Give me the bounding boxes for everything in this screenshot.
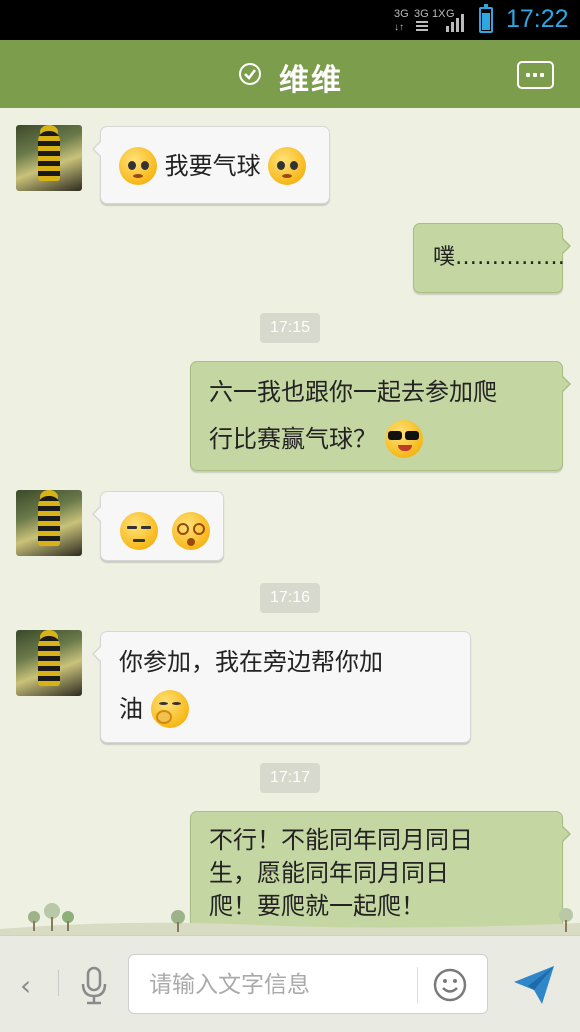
message-bubble[interactable]: 噗…………… [413, 223, 571, 293]
svg-text:↓↑: ↓↑ [394, 22, 404, 33]
svg-text:3G: 3G [414, 8, 429, 20]
chat-header: 维维 [0, 40, 580, 114]
contact-avatar[interactable] [16, 125, 82, 191]
pleading-face-icon [119, 147, 157, 185]
message-bubble[interactable]: 你参加，我在旁边帮你加 油 [92, 631, 471, 743]
timestamp: 17:15 [260, 313, 320, 343]
timestamp: 17:17 [260, 763, 320, 793]
divider [58, 970, 59, 996]
message-text-line: 不行！不能同年同月同日 [209, 826, 473, 854]
message-input-field[interactable] [128, 954, 488, 1014]
message-bubble[interactable]: 六一我也跟你一起去参加爬 行比赛赢气球？ [190, 361, 571, 471]
timestamp: 17:16 [260, 583, 320, 613]
battery-icon [479, 4, 493, 33]
contact-avatar[interactable] [16, 490, 82, 556]
sunglasses-face-icon [384, 420, 423, 458]
message-text-line: 六一我也跟你一起去参加爬 [209, 378, 497, 406]
svg-text:3G: 3G [394, 8, 409, 20]
more-icon[interactable] [517, 61, 554, 89]
contact-name: 维维 [279, 63, 343, 98]
check-circle-icon [239, 63, 261, 85]
message-text-line: 你参加，我在旁边帮你加 [119, 648, 383, 676]
message-text: 噗…………… [433, 245, 566, 270]
message-text-line: 行比赛赢气球？ [209, 425, 377, 453]
signal-icon: 3G ↓↑ 3G 1X G [394, 8, 464, 33]
svg-text:1X: 1X [432, 8, 446, 20]
message-text-line: 油 [119, 695, 143, 723]
pleading-face-icon [268, 147, 307, 185]
message-text: 我要气球 [164, 152, 261, 180]
send-icon[interactable] [512, 964, 556, 1006]
message-list[interactable]: 我要气球 噗…………… 17:15 六一我也跟你一起去参加爬 行比赛赢气球？ 1… [0, 108, 580, 935]
input-bar: ‹ [0, 935, 580, 1032]
svg-text:G: G [446, 8, 455, 20]
message-text-line: 生，愿能同年同月同日 [209, 859, 449, 887]
chevron-left-icon[interactable]: ‹ [20, 969, 31, 1002]
microphone-icon[interactable] [80, 966, 108, 1006]
contact-avatar[interactable] [16, 630, 82, 696]
dizzy-face-icon [171, 512, 210, 550]
annoyed-face-icon [120, 512, 158, 550]
message-bubble[interactable] [92, 491, 224, 561]
clock: 17:22 [506, 5, 569, 33]
divider [417, 967, 418, 1003]
message-bubble[interactable]: 我要气球 [92, 126, 330, 204]
message-input[interactable] [147, 967, 411, 1003]
smiley-icon[interactable] [433, 968, 467, 1002]
scenery-decoration [0, 903, 580, 935]
status-bar: 3G ↓↑ 3G 1X G 17:22 [0, 0, 580, 40]
yawning-face-icon [150, 690, 189, 728]
